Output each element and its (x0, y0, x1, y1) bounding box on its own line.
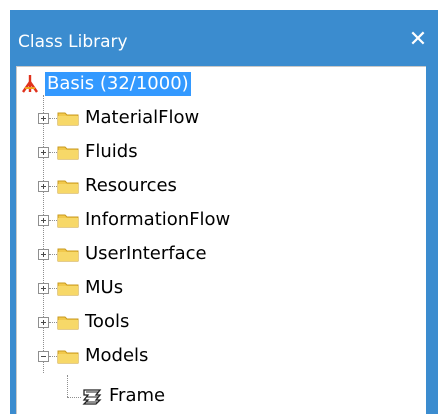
class-tree[interactable]: Basis (32/1000) MaterialFlow Fluids Reso… (16, 66, 426, 414)
expand-toggle-icon[interactable] (38, 283, 49, 294)
folder-icon (57, 246, 79, 262)
tree-folder-label[interactable]: Fluids (85, 140, 138, 164)
expand-toggle-icon[interactable] (38, 317, 49, 328)
tree-folder-label[interactable]: Tools (85, 310, 129, 334)
close-icon[interactable]: ✕ (408, 28, 428, 52)
tree-folder-item[interactable]: InformationFlow (17, 203, 417, 237)
tree-folder-label[interactable]: InformationFlow (85, 208, 230, 232)
tree-folder-label[interactable]: Models (85, 344, 148, 368)
tree-connector-line (49, 288, 57, 289)
tree-connector-line (49, 220, 57, 221)
tree-folder-label[interactable]: UserInterface (85, 242, 207, 266)
folder-icon (57, 314, 79, 330)
class-library-panel: Class Library ✕ Basis (32/1000) Material… (0, 0, 438, 414)
expand-toggle-icon[interactable] (38, 181, 49, 192)
tree-connector-line (49, 322, 57, 323)
tree-connector-line (49, 356, 57, 357)
expand-toggle-icon[interactable] (38, 215, 49, 226)
folder-icon (57, 212, 79, 228)
folder-icon (57, 280, 79, 296)
expand-toggle-icon[interactable] (38, 249, 49, 260)
tree-folder-item[interactable]: MaterialFlow (17, 101, 417, 135)
folder-icon (57, 110, 79, 126)
folder-icon (57, 348, 79, 364)
tree-connector-line (49, 254, 57, 255)
title-bar[interactable]: Class Library ✕ (10, 10, 438, 72)
tree-root-item[interactable]: Basis (32/1000) (17, 67, 417, 101)
frame-icon (81, 387, 103, 405)
collapse-toggle-icon[interactable] (38, 351, 49, 362)
tree-folder-item[interactable]: Models (17, 339, 417, 373)
tree-folder-item[interactable]: Tools (17, 305, 417, 339)
tree-folder-item[interactable]: MUs (17, 271, 417, 305)
tree-root-label[interactable]: Basis (32/1000) (45, 72, 191, 96)
expand-toggle-icon[interactable] (38, 113, 49, 124)
folder-icon (57, 178, 79, 194)
window-title: Class Library (18, 32, 128, 52)
tree-folder-label[interactable]: MaterialFlow (85, 106, 199, 130)
tree-folder-label[interactable]: Resources (85, 174, 177, 198)
tree-folder-item[interactable]: Fluids (17, 135, 417, 169)
tree-connector-line (49, 186, 57, 187)
folder-icon (57, 144, 79, 160)
tree-folder-item[interactable]: Resources (17, 169, 417, 203)
tree-connector-line (49, 118, 57, 119)
tree-folder-label[interactable]: MUs (85, 276, 123, 300)
expand-toggle-icon[interactable] (38, 147, 49, 158)
basis-root-icon (19, 73, 41, 95)
tree-class-item[interactable]: Frame (17, 379, 417, 413)
tree-class-label[interactable]: Frame (109, 384, 165, 408)
tree-folder-item[interactable]: UserInterface (17, 237, 417, 271)
tree-connector-line (49, 152, 57, 153)
